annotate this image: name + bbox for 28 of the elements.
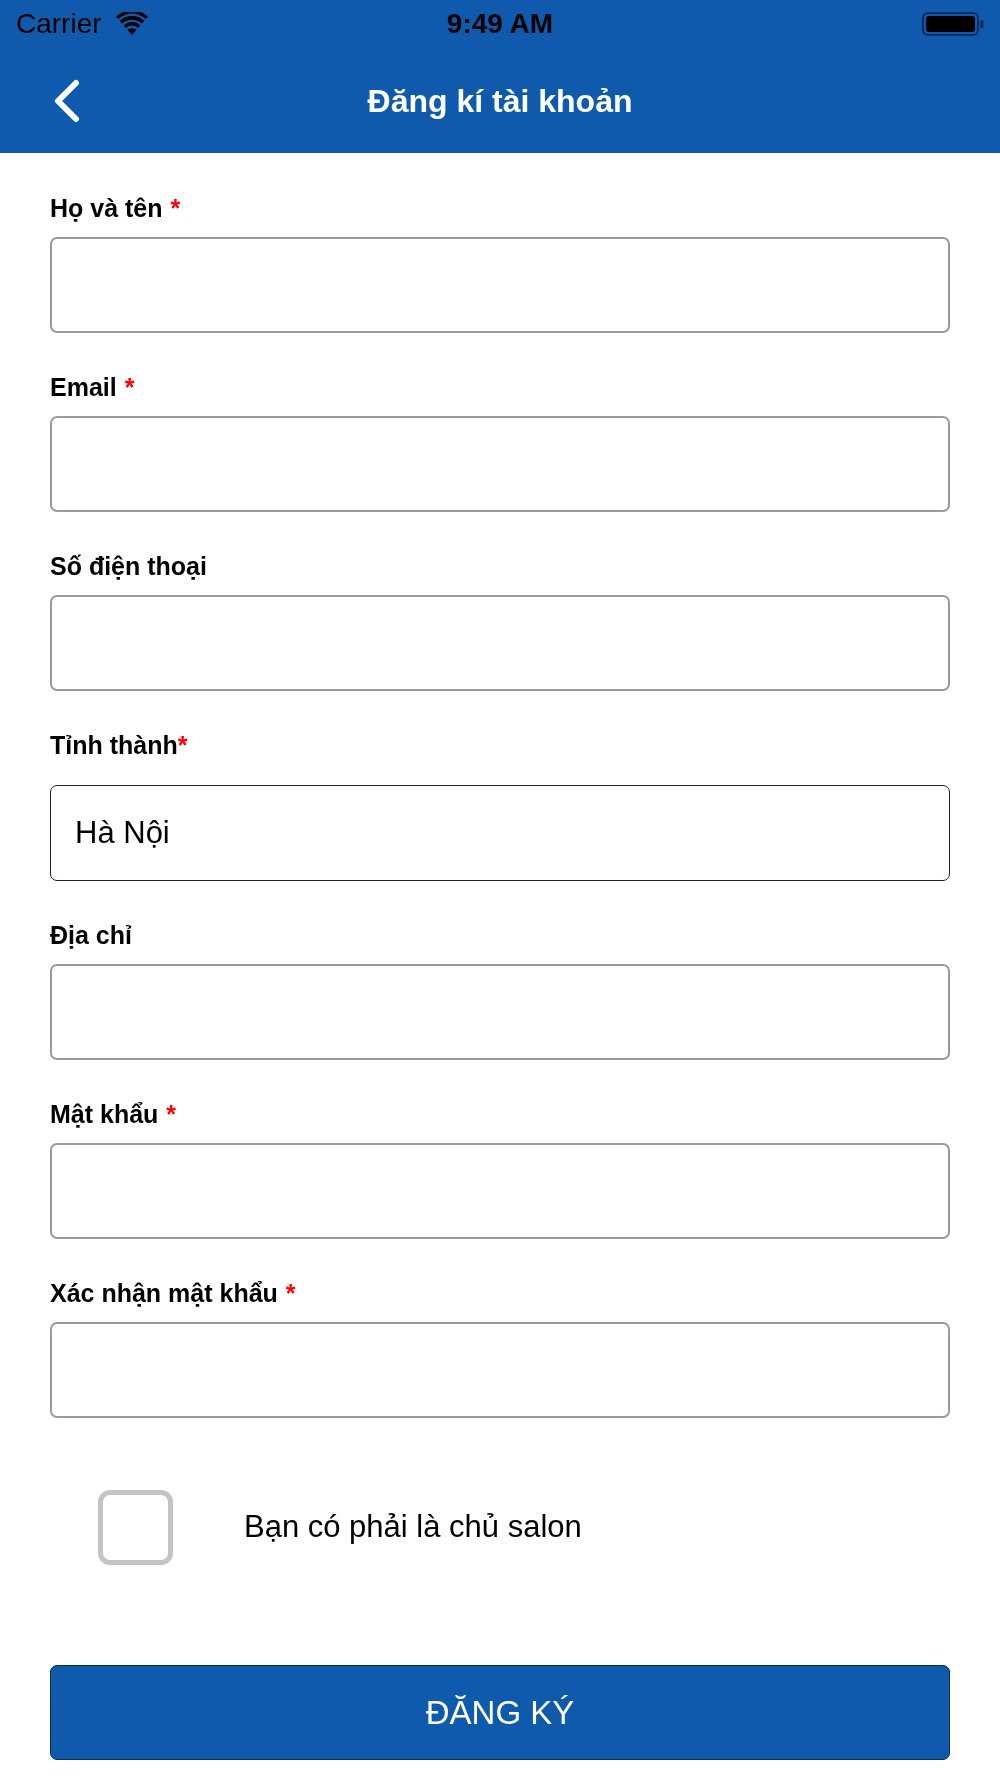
checkbox[interactable] <box>98 1490 173 1565</box>
input-field[interactable] <box>50 1322 950 1418</box>
input-field[interactable] <box>50 964 950 1060</box>
input-field[interactable] <box>50 1143 950 1239</box>
input-field[interactable] <box>50 237 950 333</box>
required-asterisk: * <box>166 1099 177 1129</box>
status-time: 9:49 AM <box>446 10 554 38</box>
input-field[interactable] <box>50 416 950 512</box>
province-picker[interactable]: Hà Nội <box>50 785 950 881</box>
input-field[interactable] <box>50 595 950 691</box>
required-asterisk: * <box>177 730 188 760</box>
checkbox-label: Bạn có phải là chủ salon <box>244 1508 582 1547</box>
field-label: Xác nhận mật khẩu <box>50 1278 278 1308</box>
wifi-icon <box>115 12 148 36</box>
field-label: Tỉnh thành <box>50 730 178 760</box>
battery-icon <box>922 12 984 36</box>
field-label: Họ và tên <box>50 193 163 223</box>
required-asterisk: * <box>124 372 135 402</box>
screen-title: Đăng kí tài khoản <box>367 81 633 121</box>
field-label: Địa chỉ <box>50 920 132 950</box>
field-label: Số điện thoại <box>50 551 207 581</box>
register-button[interactable]: ĐĂNG KÝ <box>50 1665 950 1760</box>
back-chevron-icon <box>52 78 80 123</box>
carrier-name: Carrier <box>16 10 102 38</box>
required-asterisk: * <box>285 1278 296 1308</box>
required-asterisk: * <box>170 193 181 223</box>
field-label: Mật khẩu <box>50 1099 159 1129</box>
field-label: Email <box>50 372 117 402</box>
